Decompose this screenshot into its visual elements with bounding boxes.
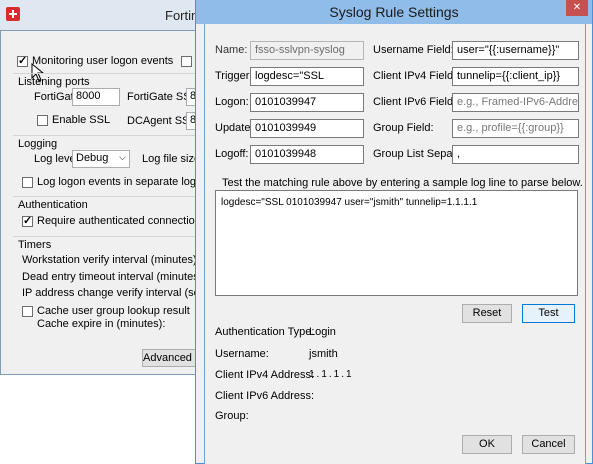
advanced-settings-button[interactable]: Advanced Set (142, 349, 202, 367)
authentication-heading: Authentication (18, 199, 88, 211)
update-input[interactable]: 0101039949 (250, 119, 364, 138)
fortinet-logo-icon (6, 7, 20, 21)
require-auth-label: Require authenticated connection from Fo… (37, 215, 197, 227)
group-separator-input[interactable]: , (452, 145, 579, 164)
client-ipv6-result-label: Client IPv6 Address: (215, 390, 315, 402)
divider (13, 73, 203, 74)
separate-logs-label: Log logon events in separate logs (37, 176, 202, 188)
group-field-input[interactable]: e.g., profile={{:group}} (452, 119, 579, 138)
test-instruction: Test the matching rule above by entering… (222, 177, 583, 189)
chevron-down-icon: ⌵ (119, 152, 126, 162)
monitoring-checkbox[interactable] (17, 54, 28, 67)
monitoring-label: Monitoring user logon events (32, 55, 174, 67)
logging-heading: Logging (18, 138, 58, 150)
update-label: Update: (215, 122, 254, 134)
bg-window-titlebar: Fortine (0, 0, 205, 30)
enable-ssl-checkbox[interactable] (37, 115, 48, 126)
group-field-placeholder: e.g., profile={{:group}} (457, 122, 564, 134)
listening-ports-heading: Listening ports (18, 76, 90, 88)
log-level-value: Debug (76, 152, 109, 164)
name-input: fsso-sslvpn-syslog (250, 41, 364, 60)
fortigate-port-input[interactable]: 8000 (72, 88, 120, 106)
client-ipv6-placeholder: e.g., Framed-IPv6-Address={{:clier (457, 96, 579, 108)
enable-ssl-label: Enable SSL (52, 114, 111, 126)
username-field-input[interactable]: user="{{:username}}" (452, 41, 579, 60)
logoff-label: Logoff: (215, 148, 249, 160)
group-result-label: Group: (215, 410, 249, 422)
dead-entry-label: Dead entry timeout interval (minutes): (22, 271, 206, 283)
test-log-textarea[interactable]: logdesc="SSL 0101039947 user="jsmith" tu… (215, 190, 578, 296)
logon-input[interactable]: 0101039947 (250, 93, 364, 112)
second-checkbox[interactable] (181, 56, 192, 67)
timers-heading: Timers (18, 239, 52, 251)
auth-type-label: Authentication Type: (215, 326, 315, 338)
group-field-label: Group Field: (373, 122, 434, 134)
divider (13, 196, 203, 197)
separate-logs-checkbox[interactable] (22, 177, 33, 188)
username-field-label: Username Field: (373, 44, 454, 56)
divider (13, 135, 203, 136)
client-ipv6-field-input[interactable]: e.g., Framed-IPv6-Address={{:clier (452, 93, 579, 112)
client-ipv6-field-label: Client IPv6 Field: (373, 96, 457, 108)
log-level-select[interactable]: Debug ⌵ (72, 150, 130, 168)
username-result-label: Username: (215, 348, 269, 360)
dialog-titlebar: Syslog Rule Settings (196, 0, 592, 24)
logon-label: Logon: (215, 96, 249, 108)
logoff-input[interactable]: 0101039948 (250, 145, 364, 164)
trigger-label: Trigger: (215, 70, 253, 82)
cache-expire-label: Cache expire in (minutes): (37, 318, 166, 330)
cancel-button[interactable]: Cancel (522, 435, 575, 454)
name-label: Name: (215, 44, 248, 56)
dialog-title: Syslog Rule Settings (329, 4, 459, 20)
client-ipv4-field-label: Client IPv4 Field: (373, 70, 457, 82)
cache-label: Cache user group lookup result (37, 305, 190, 317)
client-ipv4-result-label: Client IPv4 Address: (215, 369, 315, 381)
username-result-value: jsmith (309, 348, 338, 360)
cache-checkbox[interactable] (22, 306, 33, 317)
test-button[interactable]: Test (522, 304, 575, 323)
divider (13, 236, 203, 237)
workstation-interval-label: Workstation verify interval (minutes): (22, 254, 200, 266)
trigger-input[interactable]: logdesc="SSL (250, 67, 364, 86)
client-ipv4-result-value: 1.1.1.1 (309, 369, 354, 380)
client-ipv4-field-input[interactable]: tunnelip={{:client_ip}} (452, 67, 579, 86)
ok-button[interactable]: OK (462, 435, 512, 454)
require-auth-checkbox[interactable] (22, 214, 33, 227)
close-icon[interactable]: ✕ (566, 0, 588, 16)
reset-button[interactable]: Reset (462, 304, 512, 323)
auth-type-value: Login (309, 326, 336, 338)
bg-window: Monitoring user logon events S Listening… (0, 30, 236, 375)
